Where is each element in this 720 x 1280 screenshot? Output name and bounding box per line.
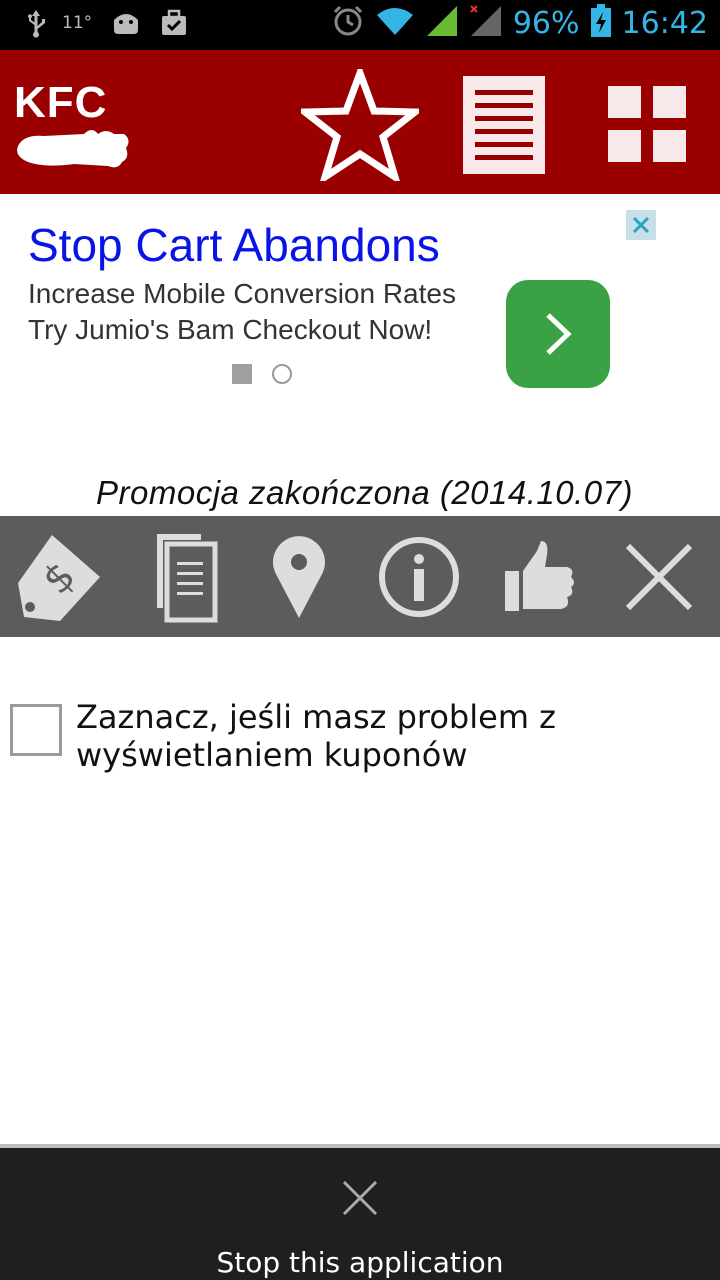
close-icon [342,1180,378,1216]
display-problem-checkbox[interactable] [10,704,62,756]
list-view-button[interactable] [444,70,564,180]
close-icon [632,216,650,234]
ad-text-line-1: Increase Mobile Conversion Rates [28,278,456,309]
copy-icon [157,534,218,623]
info-button[interactable] [364,524,474,630]
logo-text: KFC [14,78,108,127]
alarm-icon [331,4,365,43]
ad-page-indicator-active[interactable] [232,364,252,384]
close-icon [625,543,693,611]
battery-charging-icon [590,4,612,43]
briefcase-icon [160,9,188,37]
chevron-right-icon [546,313,572,355]
promotion-status: Promocja zakończona (2014.10.07) [96,474,633,511]
display-problem-label[interactable]: Zaznacz, jeśli masz problem z wyświetlan… [76,698,636,774]
ad-title[interactable]: Stop Cart Abandons [28,218,440,272]
usb-icon [22,8,50,38]
favorites-button[interactable] [300,69,420,181]
price-tag-icon: $ [18,535,100,621]
signal-icon-2 [469,4,503,43]
android-icon [110,10,142,36]
grid-view-button[interactable] [588,70,708,180]
ad-page-indicator-inactive[interactable] [272,364,292,384]
price-tag-button[interactable]: $ [4,524,114,630]
grid-icon [608,86,686,162]
clock-time: 16:42 [621,6,708,41]
status-right-icons: 96% 16:42 [331,4,708,43]
status-bar: 11° 96% 16:42 [0,0,720,50]
ad-banner[interactable]: Stop Cart Abandons Increase Mobile Conve… [0,194,720,414]
like-button[interactable] [484,524,594,630]
kfc-logo[interactable]: KFC [12,78,132,170]
temperature-text: 11° [62,13,93,33]
ad-close-button[interactable] [626,210,656,240]
ad-go-button[interactable] [506,280,610,388]
copy-button[interactable] [124,524,234,630]
battery-percent: 96% [512,6,580,41]
app-header: KFC [0,50,720,194]
stop-app-button[interactable] [338,1176,382,1220]
location-button[interactable] [244,524,354,630]
status-left-icons: 11° [22,8,188,38]
close-coupon-button[interactable] [604,524,714,630]
thumbs-up-icon [505,541,574,611]
star-icon [301,69,419,181]
display-problem-option[interactable]: Zaznacz, jeśli masz problem z wyświetlan… [10,698,710,778]
location-pin-icon [273,536,325,618]
list-icon [463,76,545,174]
coupon-toolbar: $ [0,516,720,637]
stop-application-panel: Stop this application [0,1144,720,1280]
wifi-icon [375,5,415,42]
stop-app-label[interactable]: Stop this application [0,1246,720,1279]
ad-text-line-2: Try Jumio's Bam Checkout Now! [28,314,433,345]
info-icon [379,537,459,617]
signal-icon [425,4,459,43]
drumstick-icon [17,130,129,168]
